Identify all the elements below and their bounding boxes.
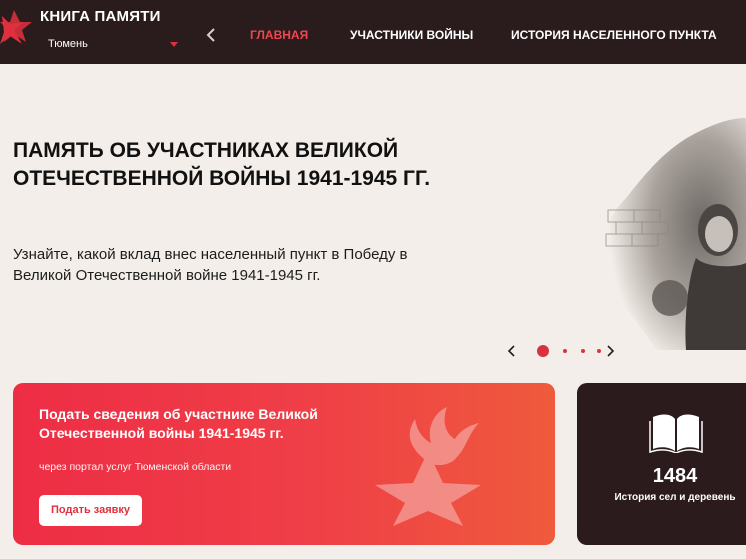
chevron-left-icon[interactable] bbox=[204, 26, 218, 44]
settlement-count: 1484 bbox=[652, 465, 698, 487]
open-book-icon bbox=[649, 414, 703, 453]
submit-info-card: Подать сведения об участнике Великой Оте… bbox=[13, 383, 555, 545]
hero-title: ПАМЯТЬ ОБ УЧАСТНИКАХ ВЕЛИКОЙ ОТЕЧЕСТВЕНН… bbox=[13, 139, 431, 190]
submit-card-subtitle: через портал услуг Тюменской области bbox=[39, 461, 232, 473]
red-star-logo-icon[interactable] bbox=[0, 6, 34, 50]
submit-request-button[interactable]: Подать заявку bbox=[39, 495, 142, 526]
city-dropdown[interactable]: Тюмень bbox=[48, 38, 182, 54]
slider-dot-3[interactable] bbox=[581, 349, 585, 353]
nav-item-home[interactable]: ГЛАВНАЯ bbox=[250, 28, 308, 42]
slider-prev-icon[interactable] bbox=[506, 344, 518, 358]
submit-card-title: Подать сведения об участнике Великой Оте… bbox=[39, 406, 318, 441]
eternal-flame-icon bbox=[375, 407, 481, 526]
slider-dot-1[interactable] bbox=[537, 345, 549, 357]
hero-war-photo bbox=[601, 118, 746, 350]
city-label: Тюмень bbox=[48, 38, 88, 50]
slider-next-icon[interactable] bbox=[604, 344, 616, 358]
settlement-count-label: История сел и деревень bbox=[614, 492, 736, 503]
nav-item-participants[interactable]: УЧАСТНИКИ ВОЙНЫ bbox=[350, 28, 473, 42]
top-header: КНИГА ПАМЯТИ Тюмень ГЛАВНАЯ УЧАСТНИКИ ВО… bbox=[0, 0, 746, 64]
nav-item-settlement-history[interactable]: ИСТОРИЯ НАСЕЛЕННОГО ПУНКТА bbox=[511, 28, 717, 42]
hero-subtitle: Узнайте, какой вклад внес населенный пун… bbox=[13, 246, 408, 284]
slider-dot-4[interactable] bbox=[597, 349, 601, 353]
dropdown-caret-icon bbox=[170, 42, 178, 47]
slider-dot-2[interactable] bbox=[563, 349, 567, 353]
site-title[interactable]: КНИГА ПАМЯТИ bbox=[40, 8, 161, 25]
settlement-history-card[interactable]: 1484 История сел и деревень bbox=[577, 383, 746, 545]
